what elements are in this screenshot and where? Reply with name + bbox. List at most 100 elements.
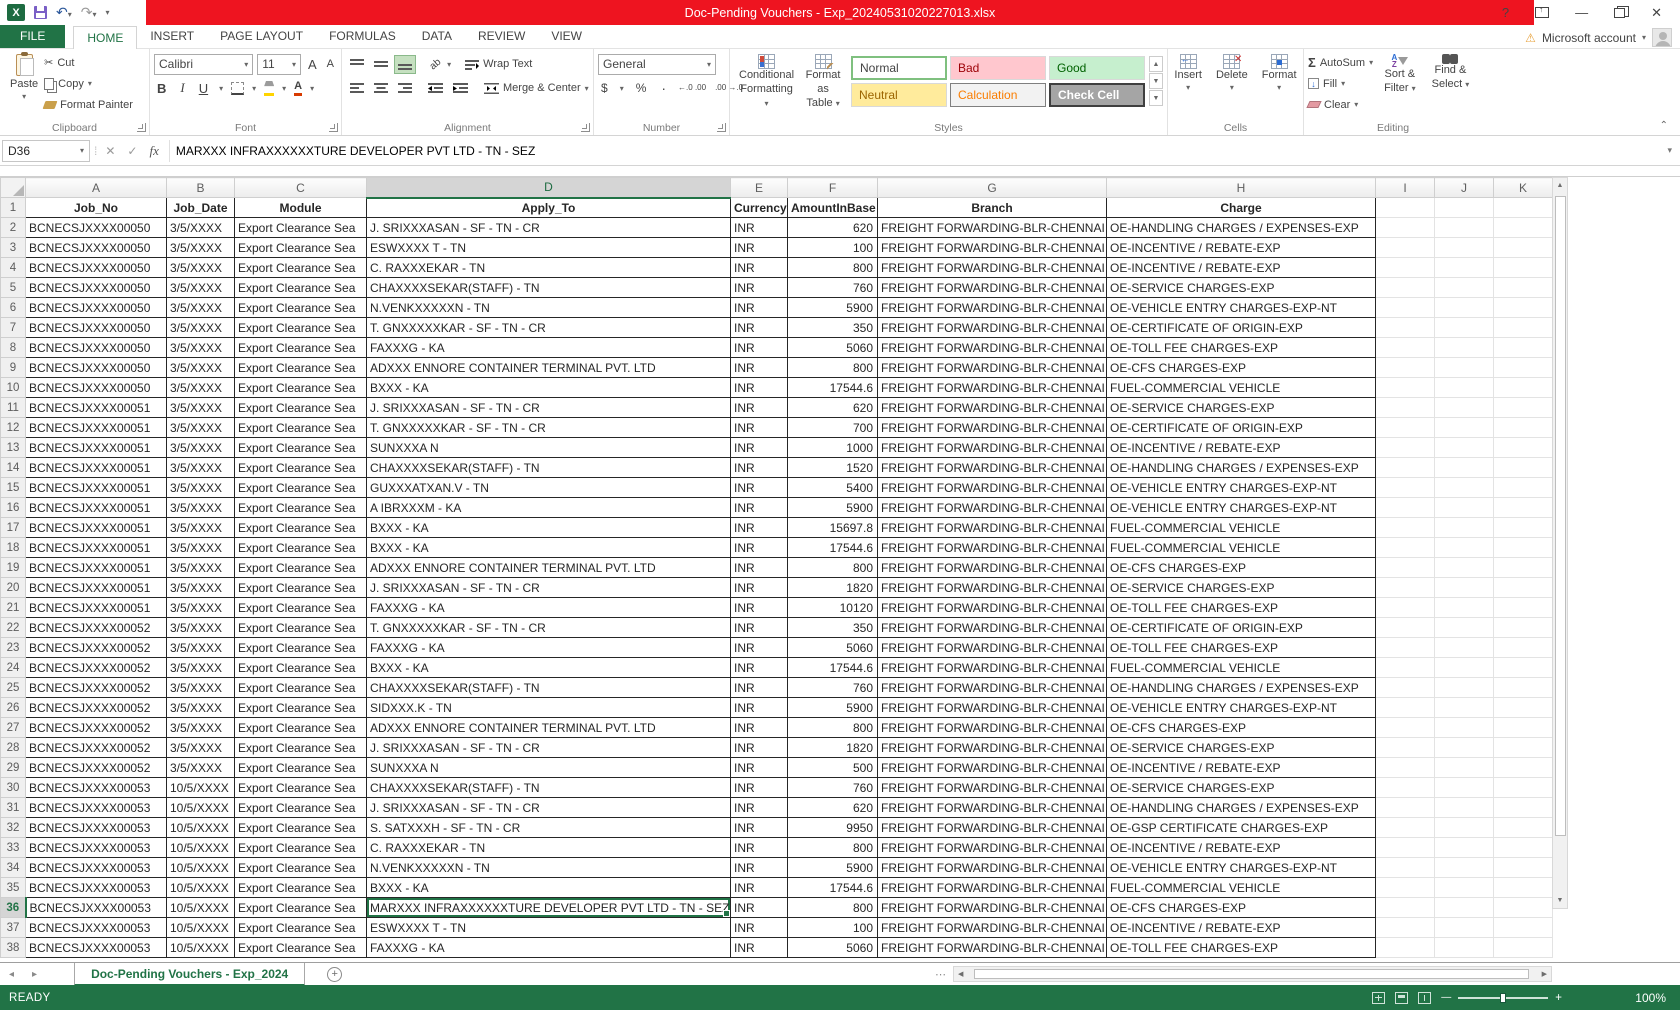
row-number[interactable]: 20 [1,578,26,598]
row-number[interactable]: 22 [1,618,26,638]
cell-H25[interactable]: OE-HANDLING CHARGES / EXPENSES-EXP [1107,678,1376,698]
cell-H26[interactable]: OE-VEHICLE ENTRY CHARGES-EXP-NT [1107,698,1376,718]
cell-A5[interactable]: BCNECSJXXXX00050 [26,278,167,298]
cell-A7[interactable]: BCNECSJXXXX00050 [26,318,167,338]
cell-G21[interactable]: FREIGHT FORWARDING-BLR-CHENNAI [878,598,1107,618]
cell-C7[interactable]: Export Clearance Sea [235,318,367,338]
cell-J32[interactable] [1435,818,1494,838]
scroll-right-icon[interactable]: ▶ [1538,970,1551,978]
row-number[interactable]: 33 [1,838,26,858]
cell-A22[interactable]: BCNECSJXXXX00052 [26,618,167,638]
cell-J18[interactable] [1435,538,1494,558]
tab-view[interactable]: VIEW [538,25,595,48]
delete-dropdown-icon[interactable]: ▾ [1230,83,1234,93]
cell-A28[interactable]: BCNECSJXXXX00052 [26,738,167,758]
cell-I6[interactable] [1376,298,1435,318]
column-header-F[interactable]: F [788,178,878,198]
cell-B19[interactable]: 3/5/XXXX [167,558,235,578]
cell-K32[interactable] [1494,818,1553,838]
column-header-C[interactable]: C [235,178,367,198]
cell-I2[interactable] [1376,218,1435,238]
cell-B22[interactable]: 3/5/XXXX [167,618,235,638]
cell-J14[interactable] [1435,458,1494,478]
cell-H36[interactable]: OE-CFS CHARGES-EXP [1107,898,1376,918]
cell-I14[interactable] [1376,458,1435,478]
cell-H34[interactable]: OE-VEHICLE ENTRY CHARGES-EXP-NT [1107,858,1376,878]
cell-H37[interactable]: OE-INCENTIVE / REBATE-EXP [1107,918,1376,938]
alignment-dialog-launcher-icon[interactable] [581,123,590,132]
cell-J4[interactable] [1435,258,1494,278]
cell-C1[interactable]: Module [235,198,367,218]
cell-A14[interactable]: BCNECSJXXXX00051 [26,458,167,478]
cell-A11[interactable]: BCNECSJXXXX00051 [26,398,167,418]
format-painter-button[interactable]: Format Painter [44,94,133,115]
row-number[interactable]: 14 [1,458,26,478]
cell-B5[interactable]: 3/5/XXXX [167,278,235,298]
cell-E14[interactable]: INR [731,458,788,478]
cell-E5[interactable]: INR [731,278,788,298]
cell-C11[interactable]: Export Clearance Sea [235,398,367,418]
cell-A27[interactable]: BCNECSJXXXX00052 [26,718,167,738]
cell-E33[interactable]: INR [731,838,788,858]
font-size-select[interactable]: 11▾ [257,54,301,75]
page-layout-view-icon[interactable] [1395,992,1408,1004]
cell-I17[interactable] [1376,518,1435,538]
cell-I16[interactable] [1376,498,1435,518]
cell-A12[interactable]: BCNECSJXXXX00051 [26,418,167,438]
format-dropdown-icon[interactable]: ▾ [1277,83,1281,93]
cell-E12[interactable]: INR [731,418,788,438]
cell-C15[interactable]: Export Clearance Sea [235,478,367,498]
cell-A26[interactable]: BCNECSJXXXX00052 [26,698,167,718]
zoom-level[interactable]: 100% [1635,991,1666,1005]
conditional-formatting-dropdown-icon[interactable]: ▾ [765,99,769,108]
cell-D16[interactable]: A IBRXXXM - KA [367,498,731,518]
row-number[interactable]: 9 [1,358,26,378]
cell-J22[interactable] [1435,618,1494,638]
decrease-indent-icon[interactable] [424,79,447,98]
cell-I19[interactable] [1376,558,1435,578]
cell-F32[interactable]: 9950 [788,818,878,838]
cell-K9[interactable] [1494,358,1553,378]
cell-J16[interactable] [1435,498,1494,518]
cell-H8[interactable]: OE-TOLL FEE CHARGES-EXP [1107,338,1376,358]
cell-E27[interactable]: INR [731,718,788,738]
cell-H1[interactable]: Charge [1107,198,1376,218]
cell-H18[interactable]: FUEL-COMMERCIAL VEHICLE [1107,538,1376,558]
cell-F30[interactable]: 760 [788,778,878,798]
font-size-dropdown-icon[interactable]: ▾ [292,60,296,69]
help-icon[interactable]: ? [1502,5,1509,20]
cell-G15[interactable]: FREIGHT FORWARDING-BLR-CHENNAI [878,478,1107,498]
cell-C28[interactable]: Export Clearance Sea [235,738,367,758]
italic-icon[interactable]: I [177,80,187,96]
cell-H21[interactable]: OE-TOLL FEE CHARGES-EXP [1107,598,1376,618]
cell-K7[interactable] [1494,318,1553,338]
cell-C4[interactable]: Export Clearance Sea [235,258,367,278]
cell-H15[interactable]: OE-VEHICLE ENTRY CHARGES-EXP-NT [1107,478,1376,498]
cell-B35[interactable]: 10/5/XXXX [167,878,235,898]
sort-filter-button[interactable]: AZ Sort & Filter ▾ [1379,52,1421,115]
cell-K21[interactable] [1494,598,1553,618]
merge-center-button[interactable]: Merge & Center ▾ [484,78,589,99]
cell-J31[interactable] [1435,798,1494,818]
cell-C20[interactable]: Export Clearance Sea [235,578,367,598]
cell-A16[interactable]: BCNECSJXXXX00051 [26,498,167,518]
cell-D33[interactable]: C. RAXXXEKAR - TN [367,838,731,858]
column-header-K[interactable]: K [1494,178,1553,198]
cell-B34[interactable]: 10/5/XXXX [167,858,235,878]
cell-D19[interactable]: ADXXX ENNORE CONTAINER TERMINAL PVT. LTD [367,558,731,578]
column-header-B[interactable]: B [167,178,235,198]
cell-A17[interactable]: BCNECSJXXXX00051 [26,518,167,538]
font-name-dropdown-icon[interactable]: ▾ [244,60,248,69]
row-number[interactable]: 10 [1,378,26,398]
cell-F22[interactable]: 350 [788,618,878,638]
cell-I4[interactable] [1376,258,1435,278]
cell-F34[interactable]: 5900 [788,858,878,878]
cell-E23[interactable]: INR [731,638,788,658]
cell-G23[interactable]: FREIGHT FORWARDING-BLR-CHENNAI [878,638,1107,658]
cell-H7[interactable]: OE-CERTIFICATE OF ORIGIN-EXP [1107,318,1376,338]
cell-B3[interactable]: 3/5/XXXX [167,238,235,258]
cell-H9[interactable]: OE-CFS CHARGES-EXP [1107,358,1376,378]
cell-G29[interactable]: FREIGHT FORWARDING-BLR-CHENNAI [878,758,1107,778]
cell-E3[interactable]: INR [731,238,788,258]
row-number[interactable]: 4 [1,258,26,278]
